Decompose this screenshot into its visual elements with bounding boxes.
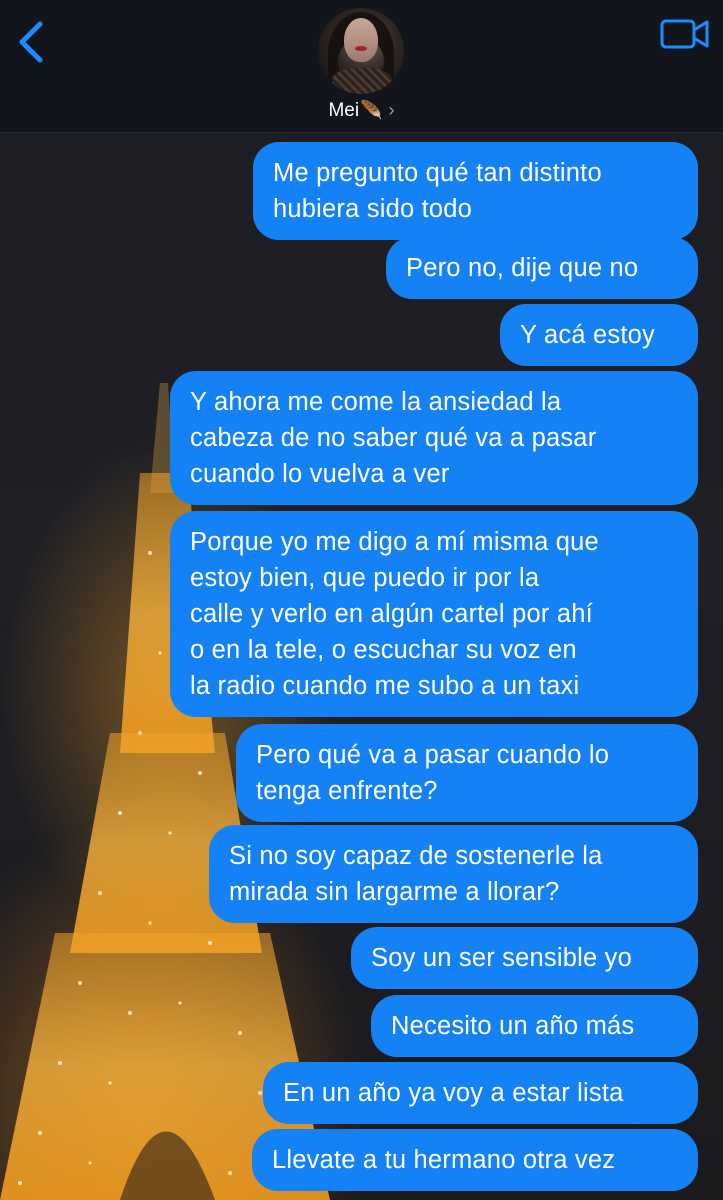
feather-emoji: 🪶	[360, 100, 383, 120]
avatar-face	[344, 18, 378, 62]
video-call-button[interactable]	[660, 18, 710, 50]
message-bubble[interactable]: En un año ya voy a estar lista	[263, 1062, 698, 1124]
message-bubble[interactable]: Pero qué va a pasar cuando lo tenga enfr…	[236, 724, 698, 822]
contact-avatar[interactable]	[318, 8, 404, 94]
message-bubble[interactable]: Si no soy capaz de sostenerle la mirada …	[209, 825, 698, 923]
contact-name: Mei	[328, 100, 360, 121]
chevron-right-icon: ›	[388, 100, 395, 120]
message-bubble[interactable]: Me pregunto qué tan distinto hubiera sid…	[253, 142, 698, 240]
message-bubble[interactable]: Llevate a tu hermano otra vez	[252, 1129, 698, 1191]
back-button[interactable]	[12, 20, 52, 64]
avatar-lips	[355, 46, 367, 51]
message-bubble[interactable]: Pero no, dije que no	[386, 237, 698, 299]
avatar-outfit	[332, 68, 392, 94]
message-bubble[interactable]: Soy un ser sensible yo	[351, 927, 698, 989]
contact-name-button[interactable]: Mei🪶 ›	[0, 100, 723, 122]
message-bubble[interactable]: Necesito un año más	[371, 995, 698, 1057]
video-camera-icon	[660, 19, 709, 49]
chevron-left-icon	[19, 21, 43, 63]
message-bubble[interactable]: Y ahora me come la ansiedad la cabeza de…	[170, 371, 698, 505]
message-bubble[interactable]: Y acá estoy	[500, 304, 698, 366]
message-bubble[interactable]: Porque yo me digo a mí misma que estoy b…	[170, 511, 698, 717]
conversation-header: Mei🪶 ›	[0, 0, 723, 133]
